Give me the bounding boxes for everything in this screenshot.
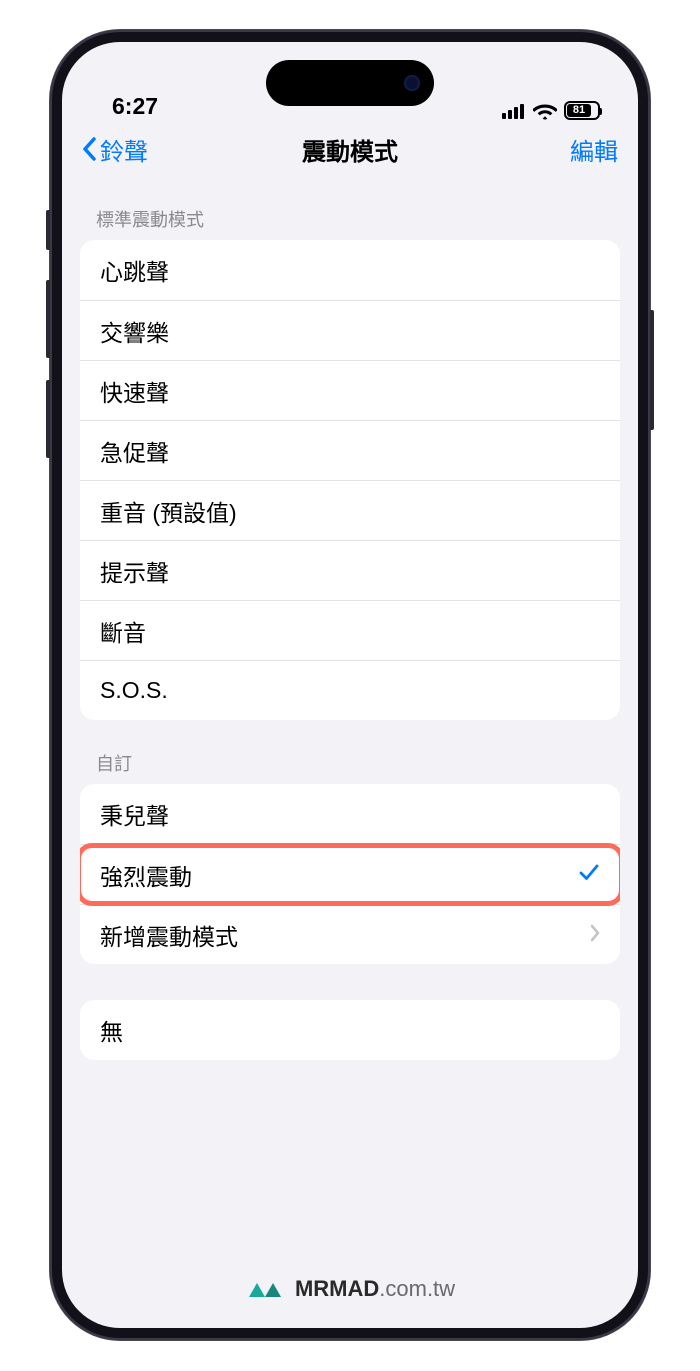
row-label: 快速聲 bbox=[100, 374, 600, 408]
chevron-left-icon bbox=[82, 136, 98, 162]
row-label: 無 bbox=[100, 1013, 600, 1047]
checkmark-icon bbox=[578, 861, 600, 889]
battery-percent: 81 bbox=[573, 105, 585, 116]
settings-content: 標準震動模式 心跳聲 交響樂 快速聲 急促聲 重音 (預設值) 提示聲 斷音 S… bbox=[62, 176, 638, 1060]
wifi-icon bbox=[533, 102, 557, 120]
navigation-bar: 鈴聲 震動模式 編輯 bbox=[62, 122, 638, 176]
dynamic-island bbox=[266, 60, 434, 106]
vibration-option-none[interactable]: 無 bbox=[80, 1000, 620, 1060]
vibration-option-quick[interactable]: 急促聲 bbox=[80, 420, 620, 480]
screen: 6:27 81 鈴聲 震動模式 編輯 標準震動模式 bbox=[62, 42, 638, 1328]
row-label: 斷音 bbox=[100, 614, 600, 648]
custom-vibration-group: 秉兒聲 強烈震動 新增震動模式 bbox=[80, 784, 620, 964]
phone-volume-down-button bbox=[46, 380, 50, 458]
back-label: 鈴聲 bbox=[100, 132, 148, 167]
phone-side-button bbox=[46, 210, 50, 250]
none-group: 無 bbox=[80, 1000, 620, 1060]
standard-vibration-group: 心跳聲 交響樂 快速聲 急促聲 重音 (預設值) 提示聲 斷音 S.O.S. bbox=[80, 240, 620, 720]
status-indicators: 81 bbox=[502, 101, 600, 120]
edit-button[interactable]: 編輯 bbox=[570, 132, 618, 167]
front-camera-icon bbox=[404, 75, 420, 91]
vibration-option-accent-default[interactable]: 重音 (預設值) bbox=[80, 480, 620, 540]
vibration-option-rapid[interactable]: 快速聲 bbox=[80, 360, 620, 420]
page-title: 震動模式 bbox=[62, 132, 638, 167]
vibration-option-strong[interactable]: 強烈震動 bbox=[80, 844, 620, 904]
watermark-rest: .com.tw bbox=[379, 1276, 455, 1301]
battery-icon: 81 bbox=[564, 101, 600, 120]
vibration-option-symphony[interactable]: 交響樂 bbox=[80, 300, 620, 360]
status-time: 6:27 bbox=[112, 93, 158, 120]
row-label: 重音 (預設值) bbox=[100, 494, 600, 528]
row-label: 新增震動模式 bbox=[100, 918, 590, 952]
watermark-logo-icon bbox=[245, 1277, 285, 1301]
row-label: 交響樂 bbox=[100, 314, 600, 348]
cellular-signal-icon bbox=[502, 103, 526, 119]
phone-power-button bbox=[650, 310, 654, 430]
vibration-option-custom1[interactable]: 秉兒聲 bbox=[80, 784, 620, 844]
vibration-option-heartbeat[interactable]: 心跳聲 bbox=[80, 240, 620, 300]
create-new-vibration-button[interactable]: 新增震動模式 bbox=[80, 904, 620, 964]
vibration-option-sos[interactable]: S.O.S. bbox=[80, 660, 620, 720]
row-label: 強烈震動 bbox=[100, 858, 578, 892]
watermark: MRMAD.com.tw bbox=[62, 1276, 638, 1302]
chevron-right-icon bbox=[590, 921, 600, 948]
phone-volume-up-button bbox=[46, 280, 50, 358]
back-button[interactable]: 鈴聲 bbox=[82, 132, 148, 167]
vibration-option-staccato[interactable]: 斷音 bbox=[80, 600, 620, 660]
row-label: 秉兒聲 bbox=[100, 797, 600, 831]
vibration-option-alert[interactable]: 提示聲 bbox=[80, 540, 620, 600]
row-label: 急促聲 bbox=[100, 434, 600, 468]
watermark-bold: MRMAD bbox=[295, 1276, 379, 1301]
section-header-custom: 自訂 bbox=[62, 720, 638, 784]
section-header-standard: 標準震動模式 bbox=[62, 176, 638, 240]
row-label: 心跳聲 bbox=[100, 253, 600, 287]
row-label: 提示聲 bbox=[100, 554, 600, 588]
phone-frame: 6:27 81 鈴聲 震動模式 編輯 標準震動模式 bbox=[50, 30, 650, 1340]
row-label: S.O.S. bbox=[100, 677, 600, 704]
